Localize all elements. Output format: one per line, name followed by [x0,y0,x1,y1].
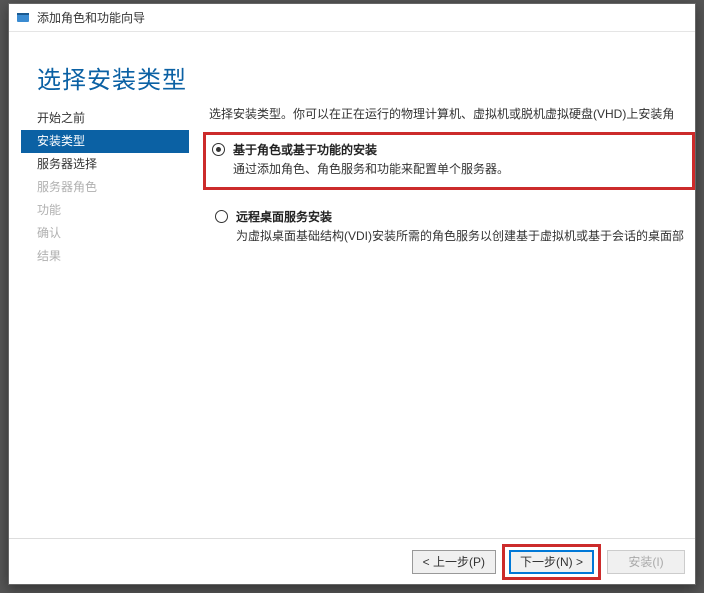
next-button[interactable]: 下一步(N) > [509,550,594,574]
intro-text: 选择安装类型。你可以在正在运行的物理计算机、虚拟机或脱机虚拟硬盘(VHD)上安装… [209,105,695,122]
sidebar-item-confirm: 确认 [21,222,189,245]
next-highlight: 下一步(N) > [502,544,601,580]
option-role-based-desc: 通过添加角色、角色服务和功能来配置单个服务器。 [233,160,509,177]
option-role-based-title: 基于角色或基于功能的安装 [233,141,509,158]
sidebar: 开始之前 安装类型 服务器选择 服务器角色 功能 确认 结果 [9,107,179,538]
prev-button[interactable]: < 上一步(P) [412,550,496,574]
option-rds-desc: 为虚拟桌面基础结构(VDI)安装所需的角色服务以创建基于虚拟机或基于会话的桌面部 [236,227,684,244]
sidebar-item-install-type[interactable]: 安装类型 [21,130,189,153]
radio-rds[interactable] [215,210,228,223]
sidebar-item-before-begin[interactable]: 开始之前 [21,107,189,130]
page-title: 选择安装类型 [37,60,675,95]
sidebar-item-results: 结果 [21,245,189,268]
sidebar-item-features: 功能 [21,199,189,222]
sidebar-item-server-select[interactable]: 服务器选择 [21,153,189,176]
option-role-based[interactable]: 基于角色或基于功能的安装 通过添加角色、角色服务和功能来配置单个服务器。 [203,132,695,190]
footer: < 上一步(P) 下一步(N) > 安装(I) [9,538,695,584]
option-rds[interactable]: 远程桌面服务安装 为虚拟桌面基础结构(VDI)安装所需的角色服务以创建基于虚拟机… [209,204,695,248]
sidebar-item-server-roles: 服务器角色 [21,176,189,199]
option-rds-title: 远程桌面服务安装 [236,208,684,225]
titlebar: 添加角色和功能向导 [9,4,695,32]
window-title: 添加角色和功能向导 [37,9,145,26]
wizard-window: 添加角色和功能向导 选择安装类型 开始之前 安装类型 服务器选择 服务器角色 功… [8,3,696,585]
app-icon [15,10,31,26]
radio-role-based[interactable] [212,143,225,156]
main-panel: 选择安装类型。你可以在正在运行的物理计算机、虚拟机或脱机虚拟硬盘(VHD)上安装… [179,103,695,538]
install-button: 安装(I) [607,550,685,574]
